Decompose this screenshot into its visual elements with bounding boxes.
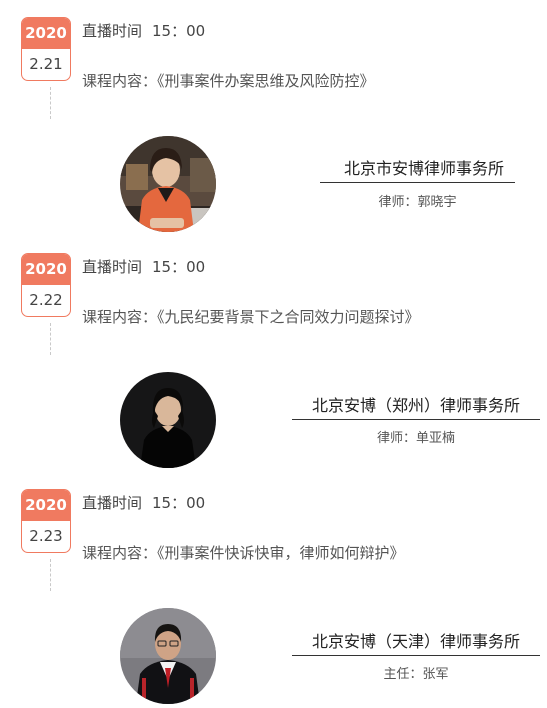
speaker-name: 主任：张军 <box>292 663 540 682</box>
speaker-name-text: 单亚楠 <box>416 431 456 446</box>
speaker-role: 律师： <box>378 195 418 210</box>
live-time-label: 直播时间 <box>82 258 143 276</box>
live-time: 直播时间 15：00 <box>82 256 205 277</box>
date-badge: 2020 2.21 <box>21 17 71 81</box>
speaker-name: 律师：单亚楠 <box>292 427 540 446</box>
course-content-label: 课程内容： <box>82 308 158 326</box>
live-time-value: 15：00 <box>152 22 206 40</box>
date-day: 2.21 <box>29 55 63 73</box>
law-firm-name: 北京安博（天津）律师事务所 <box>311 632 520 651</box>
firm-underline <box>292 655 540 656</box>
speaker-name-text: 郭晓宇 <box>417 195 457 210</box>
course-title: 《九民纪要背景下之合同效力问题探讨》 <box>157 308 420 326</box>
firm-underline <box>292 419 540 420</box>
date-year: 2020 <box>22 254 70 285</box>
course-title: 《刑事案件办案思维及风险防控》 <box>157 72 375 90</box>
date-year: 2020 <box>22 18 70 49</box>
firm-underline <box>320 182 515 183</box>
law-firm-name: 北京安博（郑州）律师事务所 <box>311 396 520 415</box>
course-content: 课程内容：《刑事案件快诉快审，律师如何辩护》 <box>82 542 405 563</box>
date-year: 2020 <box>22 490 70 521</box>
session-card-2: 2020 2.22 直播时间 15：00 课程内容：《九民纪要背景下之合同效力问题… <box>0 236 547 472</box>
date-day: 2.22 <box>29 291 63 309</box>
course-title: 《刑事案件快诉快审，律师如何辩护》 <box>157 544 405 562</box>
live-time: 直播时间 15：00 <box>82 20 205 41</box>
course-content: 课程内容：《刑事案件办案思维及风险防控》 <box>82 70 375 91</box>
speaker-name-text: 张军 <box>422 667 449 682</box>
speaker-avatar <box>120 372 216 468</box>
course-content-label: 课程内容： <box>82 544 158 562</box>
speaker-role: 主任： <box>383 667 423 682</box>
course-content-label: 课程内容： <box>82 72 158 90</box>
live-time-value: 15：00 <box>152 494 206 512</box>
course-content: 课程内容：《九民纪要背景下之合同效力问题探讨》 <box>82 306 420 327</box>
live-time-label: 直播时间 <box>82 22 143 40</box>
live-time-label: 直播时间 <box>82 494 143 512</box>
speaker-avatar <box>120 608 216 704</box>
timeline-connector <box>50 323 51 355</box>
law-firm-name: 北京市安博律师事务所 <box>343 159 504 178</box>
date-badge: 2020 2.22 <box>21 253 71 317</box>
live-time: 直播时间 15：00 <box>82 492 205 513</box>
session-card-1: 2020 2.21 直播时间 15：00 课程内容：《刑事案件办案思维及风险防控》… <box>0 0 547 236</box>
timeline-connector <box>50 87 51 119</box>
speaker-avatar <box>120 136 216 232</box>
speaker-role: 律师： <box>376 431 416 446</box>
session-card-3: 2020 2.23 直播时间 15：00 课程内容：《刑事案件快诉快审，律师如何辩… <box>0 472 547 708</box>
date-day: 2.23 <box>29 527 63 545</box>
date-badge: 2020 2.23 <box>21 489 71 553</box>
timeline-connector <box>50 559 51 591</box>
speaker-name: 律师：郭晓宇 <box>320 191 515 210</box>
live-time-value: 15：00 <box>152 258 206 276</box>
